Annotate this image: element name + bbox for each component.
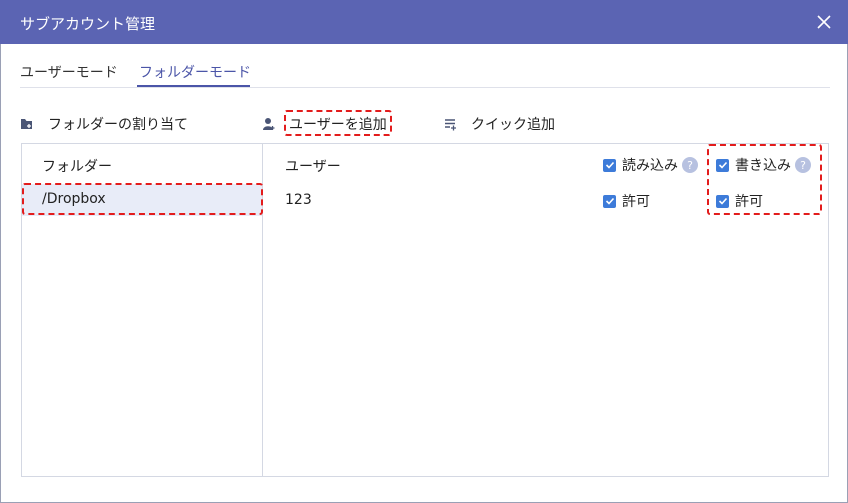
add-user-button[interactable]: ユーザーを追加 xyxy=(263,114,387,134)
add-user-label: ユーザーを追加 xyxy=(289,117,387,133)
read-permission-checkbox[interactable] xyxy=(603,194,616,208)
tab-user-mode[interactable]: ユーザーモード xyxy=(20,62,118,82)
assign-folder-button[interactable]: フォルダーの割り当て xyxy=(20,114,188,134)
read-header-label: 読み込み xyxy=(622,158,678,174)
add-user-icon xyxy=(263,118,275,130)
list-add-icon xyxy=(445,118,456,130)
write-permission-label: 許可 xyxy=(735,194,763,210)
write-permission-checkbox[interactable] xyxy=(716,194,729,208)
active-tab-indicator xyxy=(137,85,250,87)
write-header: 書き込み ? xyxy=(716,155,811,175)
quick-add-label: クイック追加 xyxy=(471,117,555,133)
folder-row[interactable]: /Dropbox xyxy=(22,184,262,216)
assign-folder-label: フォルダーの割り当て xyxy=(48,117,188,133)
write-help-icon[interactable]: ? xyxy=(795,157,811,173)
quick-add-button[interactable]: クイック追加 xyxy=(444,114,555,134)
read-permission: 許可 xyxy=(603,191,650,211)
write-all-checkbox[interactable] xyxy=(716,158,729,172)
permissions-panel: フォルダー /Dropbox ユーザー 123 読み込み ? 書き込み ? 許可… xyxy=(21,143,829,477)
folder-add-icon xyxy=(21,118,32,129)
folder-column: フォルダー /Dropbox xyxy=(22,144,263,476)
read-help-icon[interactable]: ? xyxy=(682,157,698,173)
write-header-label: 書き込み xyxy=(735,158,791,174)
read-all-checkbox[interactable] xyxy=(603,158,616,172)
close-icon[interactable] xyxy=(814,12,834,32)
user-column-header: ユーザー xyxy=(285,159,341,175)
mode-tabs: ユーザーモード フォルダーモード xyxy=(20,60,830,88)
title-bar: サブアカウント管理 xyxy=(0,0,848,44)
folder-column-header: フォルダー xyxy=(42,159,112,175)
dialog-title: サブアカウント管理 xyxy=(20,15,156,33)
write-permission: 許可 xyxy=(716,191,763,211)
user-name-cell: 123 xyxy=(285,192,312,208)
folder-name: /Dropbox xyxy=(42,191,106,207)
read-header: 読み込み ? xyxy=(603,155,698,175)
tab-folder-mode[interactable]: フォルダーモード xyxy=(139,62,251,82)
read-permission-label: 許可 xyxy=(622,194,650,210)
